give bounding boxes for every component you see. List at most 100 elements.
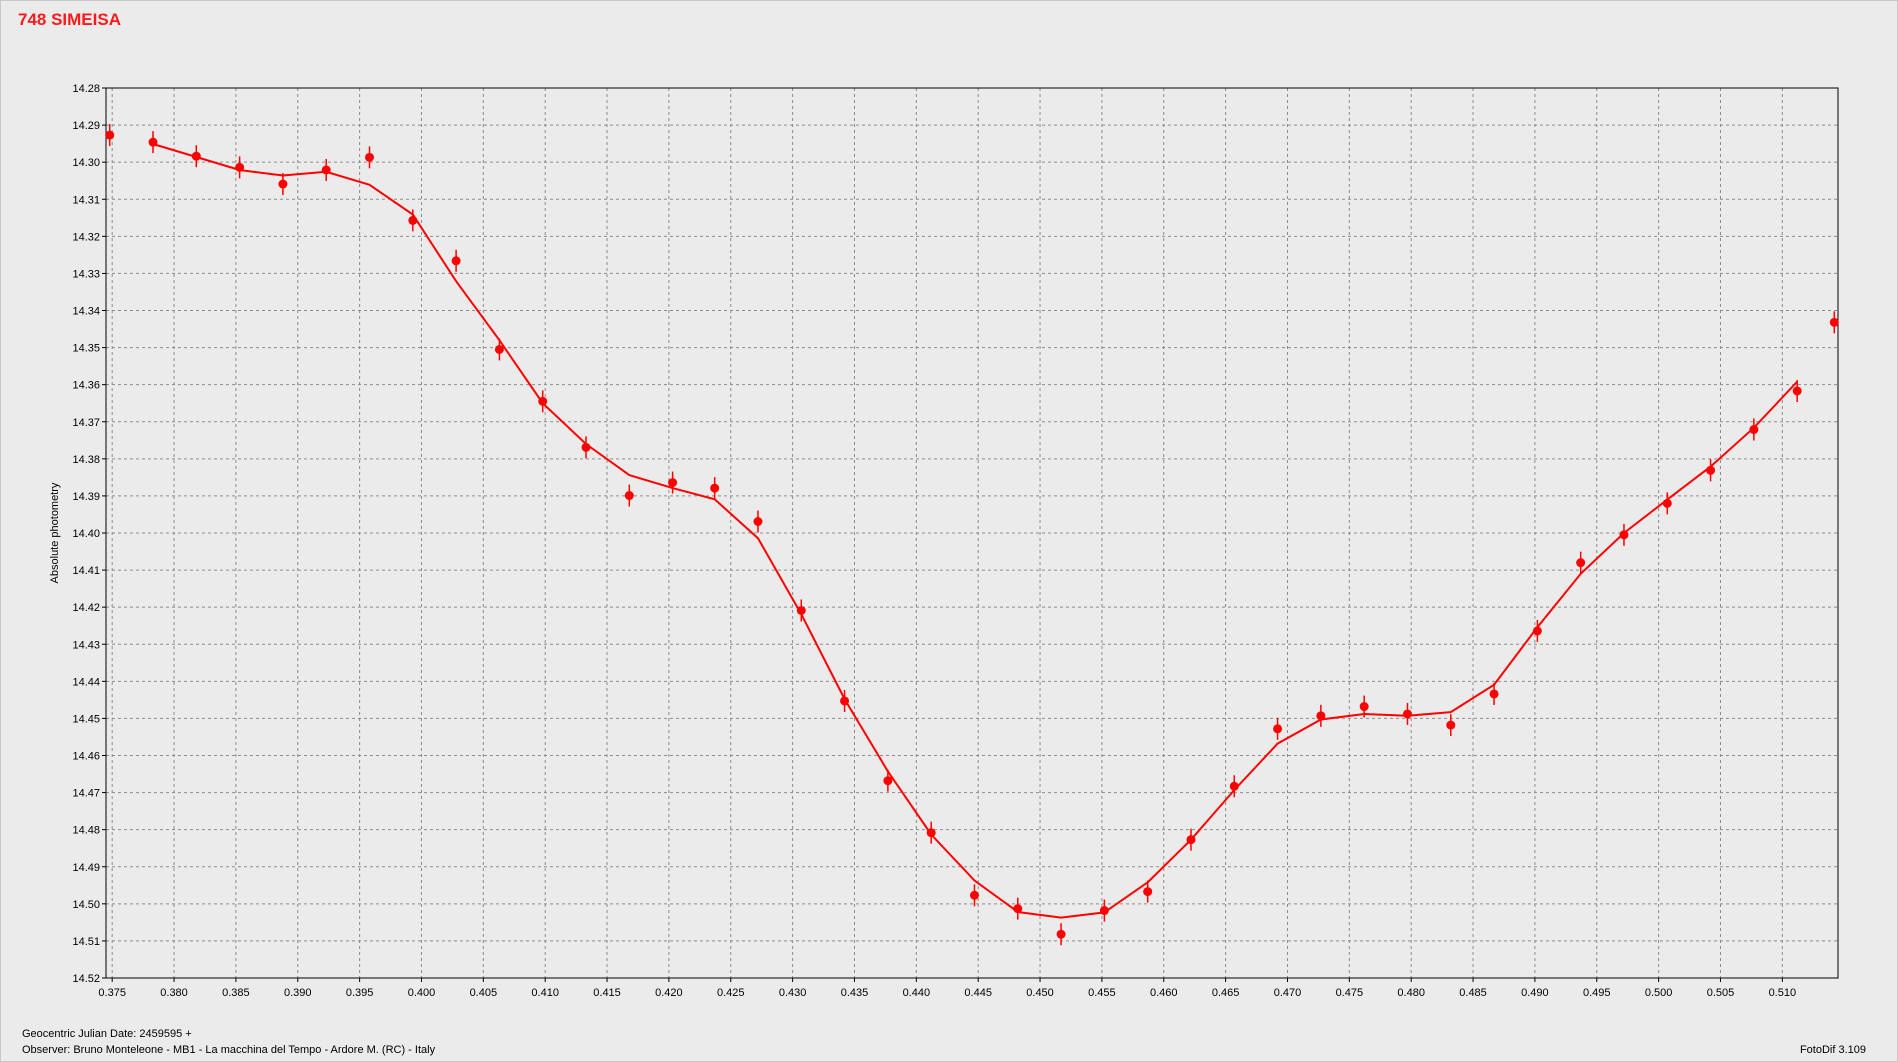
data-point xyxy=(624,484,634,507)
x-axis: 0.375 0.380 0.385 0.390 0.395 0.400 0.405 0.410… xyxy=(98,978,1796,999)
y-tick-label: 14.50 xyxy=(72,899,100,911)
x-tick-label: 0.495 xyxy=(1583,987,1611,999)
y-tick-label: 14.31 xyxy=(72,194,100,206)
data-marker xyxy=(1056,929,1066,939)
data-point xyxy=(1273,717,1283,740)
data-marker xyxy=(538,396,548,406)
x-tick-label: 0.400 xyxy=(408,987,436,999)
data-marker xyxy=(1619,530,1629,540)
data-marker xyxy=(1273,724,1283,734)
x-tick-label: 0.380 xyxy=(160,987,188,999)
data-marker xyxy=(235,162,245,172)
data-marker xyxy=(1532,626,1542,636)
y-tick-label: 14.33 xyxy=(72,268,100,280)
data-point xyxy=(148,131,158,154)
data-marker xyxy=(1359,702,1369,712)
data-point xyxy=(1186,828,1196,851)
data-marker xyxy=(581,442,591,452)
x-tick-label: 0.490 xyxy=(1521,987,1549,999)
data-marker xyxy=(840,696,850,706)
data-marker xyxy=(321,165,331,175)
data-marker xyxy=(710,483,720,493)
data-point xyxy=(1446,714,1456,737)
data-marker xyxy=(1229,781,1239,791)
y-tick-label: 14.38 xyxy=(72,454,100,466)
data-marker xyxy=(969,890,979,900)
y-tick-label: 14.48 xyxy=(72,825,100,837)
data-marker xyxy=(191,151,201,161)
data-marker xyxy=(668,478,678,488)
data-marker xyxy=(1013,904,1023,914)
data-point xyxy=(235,156,245,179)
data-marker xyxy=(753,517,763,527)
data-marker xyxy=(278,179,288,189)
data-marker xyxy=(1749,425,1759,435)
x-tick-label: 0.425 xyxy=(717,987,745,999)
data-point xyxy=(538,390,548,413)
x-tick-label: 0.405 xyxy=(470,987,498,999)
y-tick-label: 14.39 xyxy=(72,491,100,503)
x-tick-label: 0.485 xyxy=(1459,987,1487,999)
y-tick-label: 14.45 xyxy=(72,713,100,725)
x-tick-label: 0.385 xyxy=(222,987,250,999)
data-point xyxy=(668,471,678,494)
data-point xyxy=(1316,704,1326,727)
y-tick-label: 14.32 xyxy=(72,231,100,243)
data-point xyxy=(365,146,375,169)
data-point xyxy=(926,821,936,844)
y-tick-label: 14.46 xyxy=(72,751,100,763)
data-marker xyxy=(1143,887,1153,897)
data-point xyxy=(1792,379,1802,402)
lightcurve-chart: 14.28 14.29 14.30 14.31 14.32 14.33 14.34 14.35… xyxy=(49,83,1839,999)
data-point xyxy=(1662,492,1672,515)
x-tick-label: 0.445 xyxy=(964,987,992,999)
data-marker xyxy=(1402,709,1412,719)
x-tick-label: 0.440 xyxy=(903,987,931,999)
x-tick-label: 0.390 xyxy=(284,987,312,999)
data-marker xyxy=(926,828,936,838)
y-tick-label: 14.34 xyxy=(72,306,100,318)
y-axis-label: Absolute photometry xyxy=(49,482,61,583)
grid xyxy=(106,87,1838,979)
x-tick-label: 0.415 xyxy=(593,987,621,999)
x-tick-label: 0.395 xyxy=(346,987,374,999)
y-tick-label: 14.49 xyxy=(72,862,100,874)
y-tick-label: 14.29 xyxy=(72,120,100,132)
y-tick-label: 14.51 xyxy=(72,936,100,948)
julian-date-label: Geocentric Julian Date: 2459595 + xyxy=(22,1028,192,1040)
data-point xyxy=(710,477,720,500)
y-tick-label: 14.43 xyxy=(72,639,100,651)
data-point xyxy=(1829,311,1839,334)
x-tick-label: 0.450 xyxy=(1026,987,1054,999)
x-tick-label: 0.470 xyxy=(1274,987,1302,999)
data-marker xyxy=(1792,386,1802,396)
data-point xyxy=(1402,702,1412,725)
data-marker xyxy=(624,491,634,501)
data-marker xyxy=(1706,465,1716,475)
data-points xyxy=(105,124,1839,946)
fit-curve-line xyxy=(152,143,1798,919)
data-point xyxy=(1099,899,1109,922)
x-tick-label: 0.430 xyxy=(779,987,807,999)
y-tick-label: 14.47 xyxy=(72,788,100,800)
data-point xyxy=(1056,923,1066,946)
y-tick-label: 14.52 xyxy=(72,973,100,985)
x-tick-label: 0.475 xyxy=(1336,987,1364,999)
observer-label: Observer: Bruno Monteleone - MB1 - La ma… xyxy=(22,1044,436,1056)
data-point xyxy=(191,145,201,168)
x-tick-label: 0.455 xyxy=(1088,987,1116,999)
x-tick-label: 0.420 xyxy=(655,987,683,999)
y-tick-label: 14.37 xyxy=(72,417,100,429)
data-marker xyxy=(1829,317,1839,327)
data-marker xyxy=(1446,720,1456,730)
data-point xyxy=(105,124,115,147)
data-point xyxy=(581,436,591,459)
y-tick-label: 14.44 xyxy=(72,676,100,688)
data-marker xyxy=(105,130,115,140)
x-tick-label: 0.460 xyxy=(1150,987,1178,999)
data-point xyxy=(1013,897,1023,920)
data-marker xyxy=(1576,558,1586,568)
x-tick-label: 0.375 xyxy=(98,987,126,999)
data-point xyxy=(451,249,461,272)
data-marker xyxy=(408,215,418,225)
